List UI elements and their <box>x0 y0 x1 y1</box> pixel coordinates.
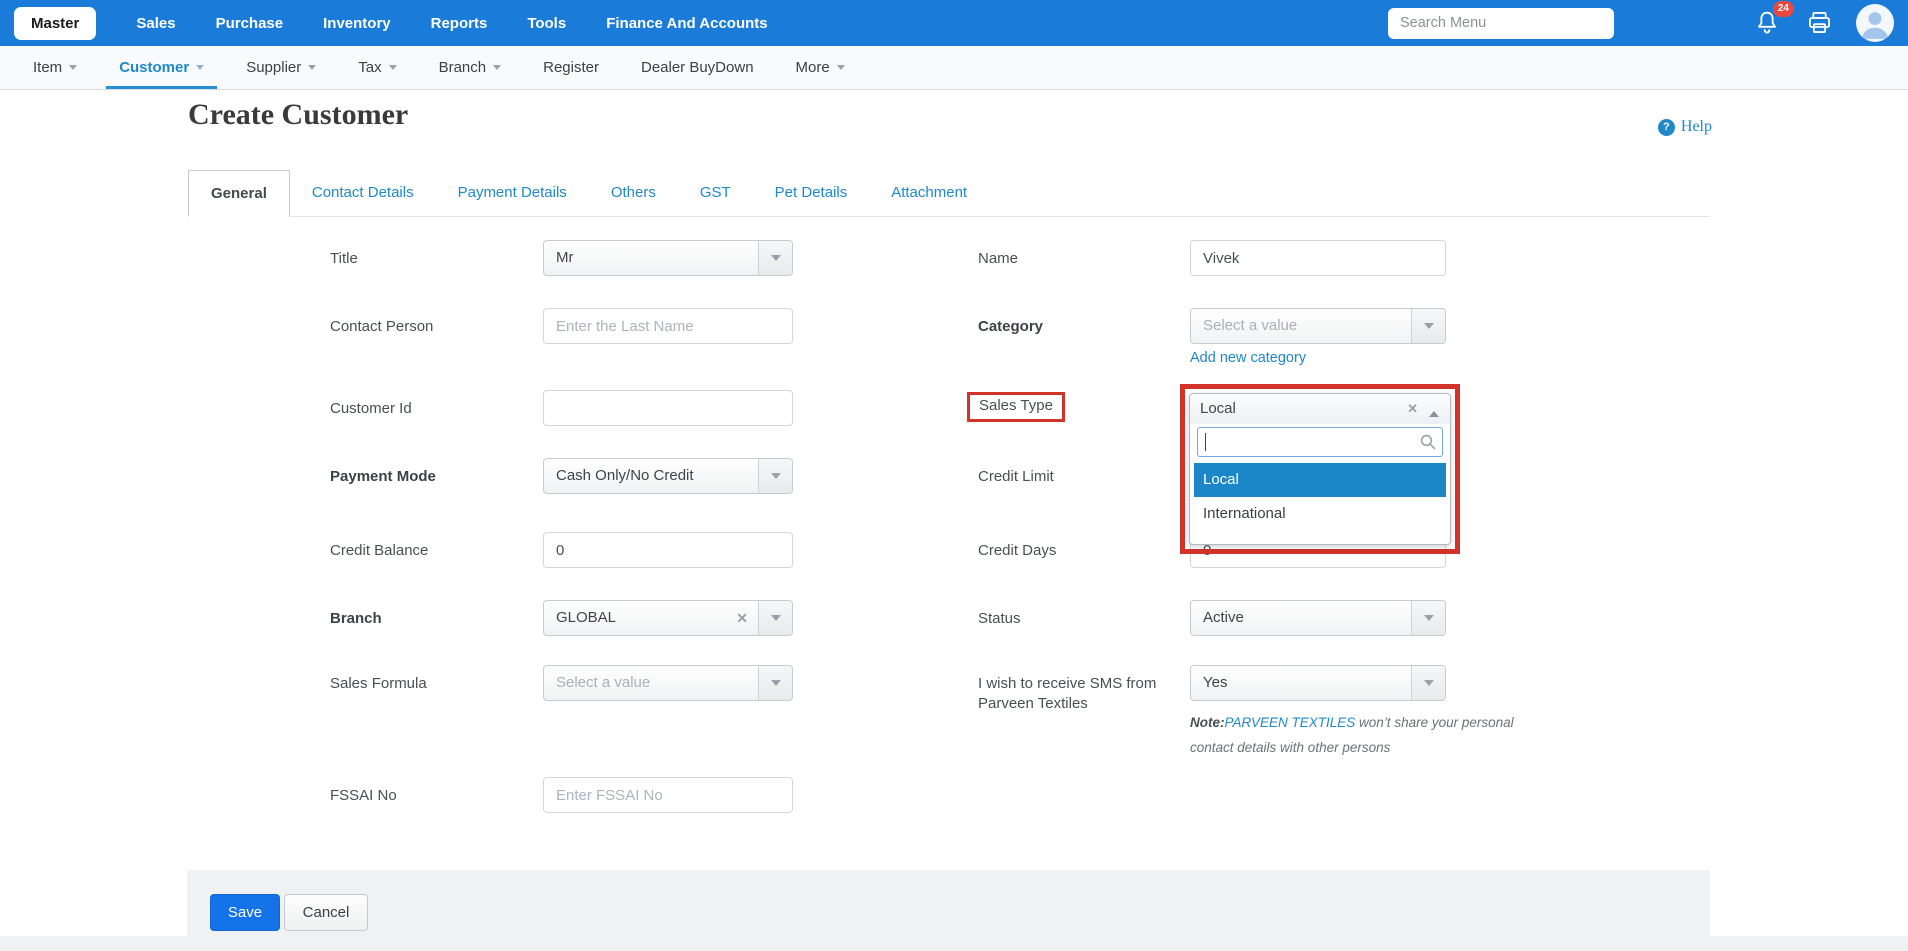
sales-type-highlight-box: Local ✕ Local International <box>1180 384 1460 554</box>
notifications-button[interactable]: 24 <box>1754 8 1782 38</box>
nav-finance-accounts[interactable]: Finance And Accounts <box>606 15 767 32</box>
dropdown-arrow-icon[interactable] <box>758 459 792 493</box>
tab-general[interactable]: General <box>188 170 290 217</box>
search-menu-input[interactable] <box>1388 8 1614 39</box>
credit-balance-label: Credit Balance <box>330 532 543 600</box>
chevron-up-icon <box>1429 406 1439 417</box>
credit-limit-label: Credit Limit <box>978 458 1190 532</box>
chevron-down-icon <box>493 65 501 74</box>
tab-contact-details[interactable]: Contact Details <box>290 170 436 216</box>
topbar-right-group: 24 <box>1388 4 1894 42</box>
title-label: Title <box>330 240 543 308</box>
chevron-down-icon <box>837 65 845 74</box>
dropdown-search-input[interactable] <box>1197 427 1443 457</box>
nav-purchase[interactable]: Purchase <box>216 15 284 32</box>
sales-type-label: Sales Type <box>979 397 1053 414</box>
print-button[interactable] <box>1806 9 1834 37</box>
sales-type-label-highlight: Sales Type <box>967 392 1065 422</box>
dropdown-arrow-icon[interactable] <box>758 241 792 275</box>
name-input[interactable] <box>1190 240 1446 276</box>
fssai-no-label: FSSAI No <box>330 777 543 827</box>
chevron-down-icon <box>196 65 204 74</box>
option-international[interactable]: International <box>1194 497 1446 531</box>
nav-reports[interactable]: Reports <box>431 15 488 32</box>
title-select[interactable]: Mr <box>543 240 793 276</box>
page-title: Create Customer <box>188 98 408 132</box>
fssai-no-input[interactable] <box>543 777 793 813</box>
sms-optin-select[interactable]: Yes <box>1190 665 1446 701</box>
tab-gst[interactable]: GST <box>678 170 753 216</box>
nav-tools[interactable]: Tools <box>527 15 566 32</box>
customer-id-label: Customer Id <box>330 390 543 458</box>
subnav-dealer-buydown[interactable]: Dealer BuyDown <box>628 46 767 89</box>
help-link[interactable]: ? Help <box>1658 118 1712 136</box>
category-label: Category <box>978 308 1190 390</box>
subnav-tax[interactable]: Tax <box>345 46 409 89</box>
chevron-down-icon <box>308 65 316 74</box>
tab-others[interactable]: Others <box>589 170 678 216</box>
contact-person-label: Contact Person <box>330 308 543 390</box>
payment-mode-label: Payment Mode <box>330 458 543 532</box>
module-navbar: Item Customer Supplier Tax Branch Regist… <box>0 46 1908 90</box>
user-avatar[interactable] <box>1856 4 1894 42</box>
dropdown-search <box>1197 427 1443 457</box>
branch-select[interactable]: GLOBAL ✕ <box>543 600 793 636</box>
customer-id-input[interactable] <box>543 390 793 426</box>
sms-optin-label: I wish to receive SMS from Parveen Texti… <box>978 665 1190 777</box>
help-icon: ? <box>1658 119 1675 136</box>
tab-payment-details[interactable]: Payment Details <box>436 170 589 216</box>
notification-badge: 24 <box>1773 1 1794 17</box>
status-label: Status <box>978 600 1190 665</box>
credit-days-label: Credit Days <box>978 532 1190 600</box>
subnav-more[interactable]: More <box>783 46 858 89</box>
add-new-category-link[interactable]: Add new category <box>1190 350 1306 366</box>
form-action-bar: Save Cancel <box>187 870 1710 936</box>
dropdown-arrow-icon[interactable] <box>758 601 792 635</box>
dropdown-options: Local International <box>1194 463 1446 531</box>
subnav-register[interactable]: Register <box>530 46 612 89</box>
bell-icon <box>1754 25 1780 42</box>
subnav-item: Item <box>20 46 90 89</box>
cancel-button[interactable]: Cancel <box>284 894 368 931</box>
page-bottom-strip <box>0 936 1908 951</box>
tab-attachment[interactable]: Attachment <box>869 170 989 216</box>
credit-balance-input[interactable] <box>543 532 793 568</box>
app-screen: Master Sales Purchase Inventory Reports … <box>0 0 1908 951</box>
tab-pet-details[interactable]: Pet Details <box>753 170 870 216</box>
chevron-down-icon <box>69 65 77 74</box>
option-local[interactable]: Local <box>1194 463 1446 497</box>
sms-note: Note:PARVEEN TEXTILES won’t share your p… <box>1190 710 1535 760</box>
nav-inventory[interactable]: Inventory <box>323 15 391 32</box>
subnav-supplier[interactable]: Supplier <box>233 46 329 89</box>
form-left-column: Title Mr Contact Person Customer Id Paym… <box>187 240 957 827</box>
dropdown-arrow-icon[interactable] <box>758 666 792 700</box>
top-navbar: Master Sales Purchase Inventory Reports … <box>0 0 1908 46</box>
dropdown-arrow-icon[interactable] <box>1411 666 1445 700</box>
nav-master[interactable]: Master <box>14 7 96 40</box>
nav-sales[interactable]: Sales <box>136 15 175 32</box>
search-icon <box>1419 433 1437 456</box>
printer-icon <box>1806 23 1833 40</box>
status-select[interactable]: Active <box>1190 600 1446 636</box>
subnav-customer[interactable]: Customer <box>106 46 217 89</box>
sales-formula-select[interactable]: Select a value <box>543 665 793 701</box>
name-label: Name <box>978 240 1190 308</box>
form-tabs: General Contact Details Payment Details … <box>188 170 1710 217</box>
payment-mode-select[interactable]: Cash Only/No Credit <box>543 458 793 494</box>
branch-label: Branch <box>330 600 543 665</box>
dropdown-arrow-icon[interactable] <box>1411 309 1445 343</box>
clear-icon[interactable]: ✕ <box>1407 394 1418 424</box>
clear-icon[interactable]: ✕ <box>736 601 748 635</box>
chevron-down-icon <box>389 65 397 74</box>
sales-formula-label: Sales Formula <box>330 665 543 777</box>
person-icon <box>1856 4 1894 42</box>
dropdown-arrow-icon[interactable] <box>1411 601 1445 635</box>
save-button[interactable]: Save <box>210 894 280 931</box>
contact-person-input[interactable] <box>543 308 793 344</box>
sales-type-select[interactable]: Local ✕ <box>1190 394 1450 424</box>
category-select[interactable]: Select a value <box>1190 308 1446 344</box>
text-cursor <box>1205 433 1206 451</box>
subnav-branch[interactable]: Branch <box>426 46 515 89</box>
sales-type-open-dropdown: Local ✕ Local International <box>1189 393 1451 545</box>
